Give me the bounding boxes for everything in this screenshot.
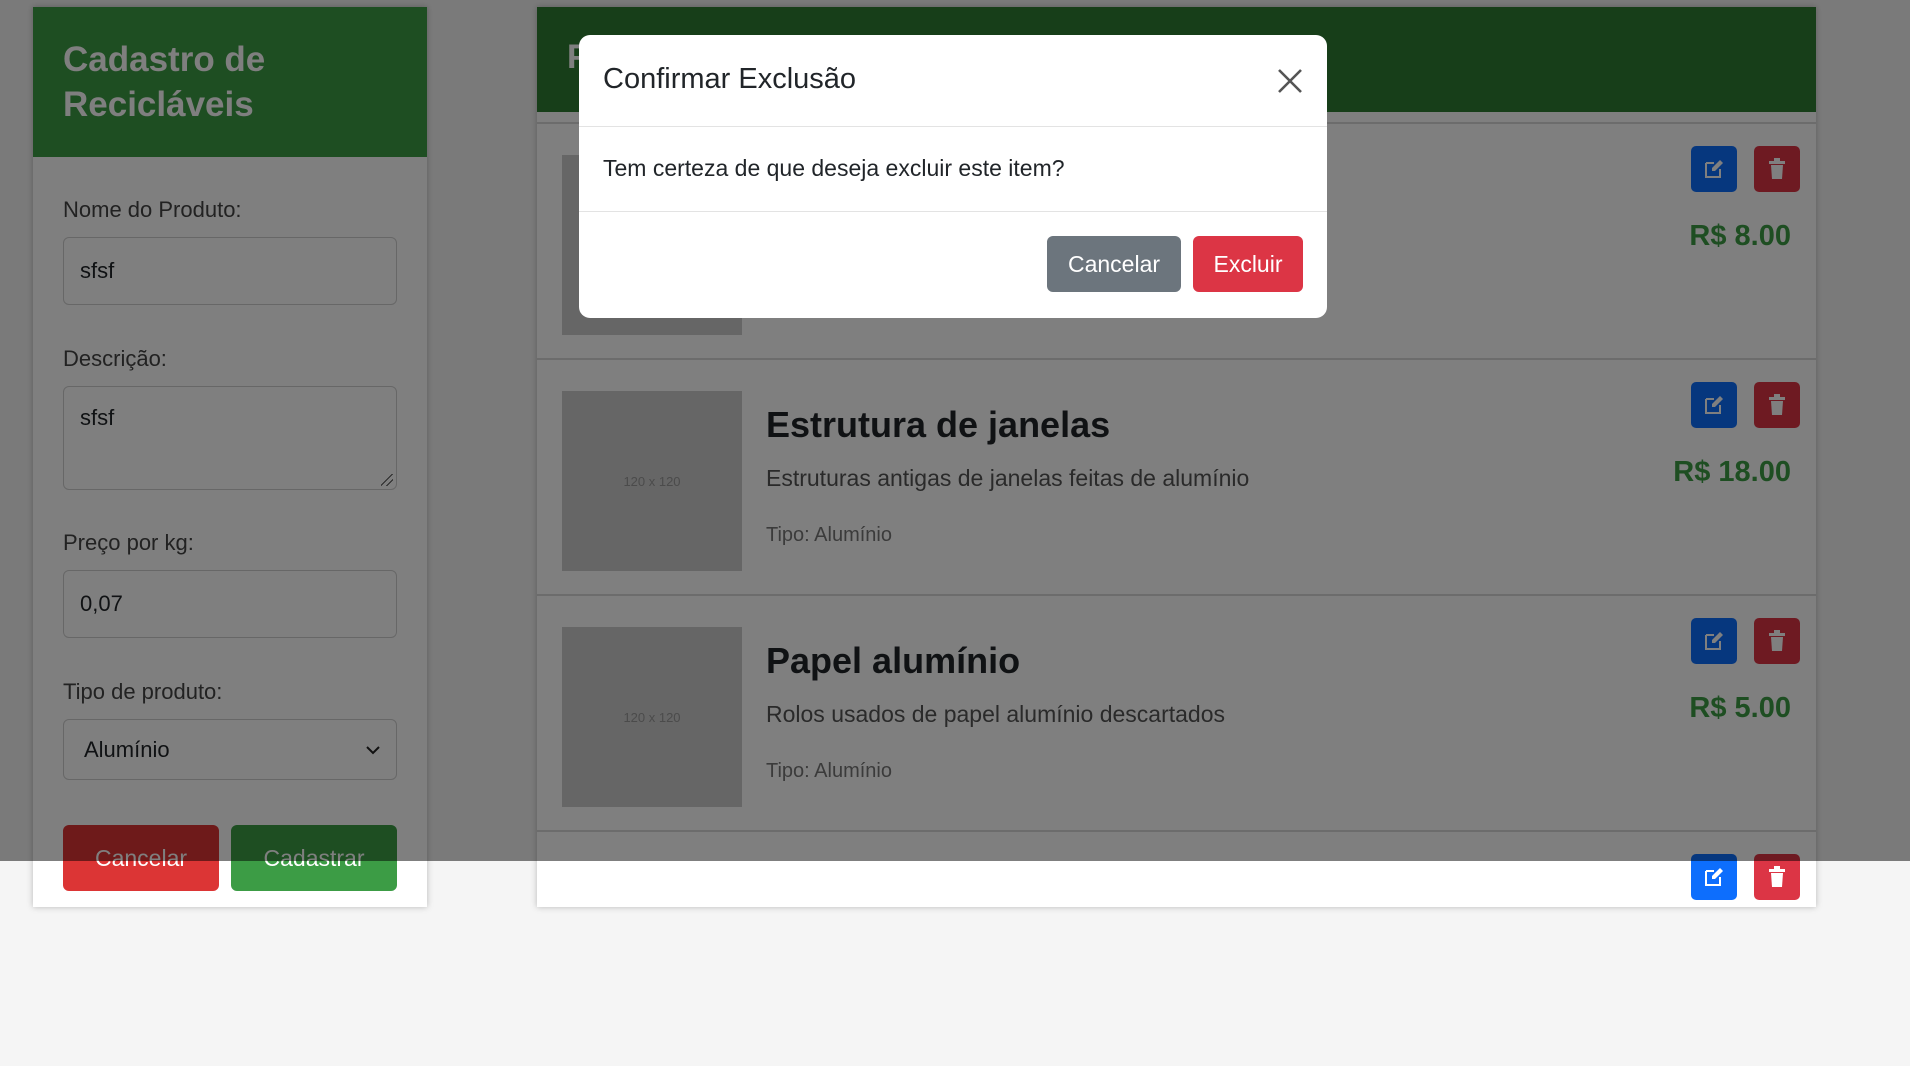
- modal-header: Confirmar Exclusão: [579, 35, 1327, 127]
- modal-cancel-button[interactable]: Cancelar: [1047, 236, 1181, 292]
- modal-message: Tem certeza de que deseja excluir este i…: [603, 155, 1065, 181]
- confirm-delete-modal: Confirmar Exclusão Tem certeza de que de…: [579, 35, 1327, 318]
- trash-icon: [1769, 866, 1785, 887]
- close-icon: [1278, 69, 1302, 93]
- modal-title: Confirmar Exclusão: [603, 63, 857, 95]
- modal-body: Tem certeza de que deseja excluir este i…: [579, 127, 1327, 212]
- modal-footer: Cancelar Excluir: [579, 212, 1327, 318]
- pencil-square-icon: [1705, 868, 1723, 886]
- close-button[interactable]: [1273, 64, 1307, 98]
- confirm-delete-button[interactable]: Excluir: [1193, 236, 1303, 292]
- product-card: [537, 830, 1816, 1066]
